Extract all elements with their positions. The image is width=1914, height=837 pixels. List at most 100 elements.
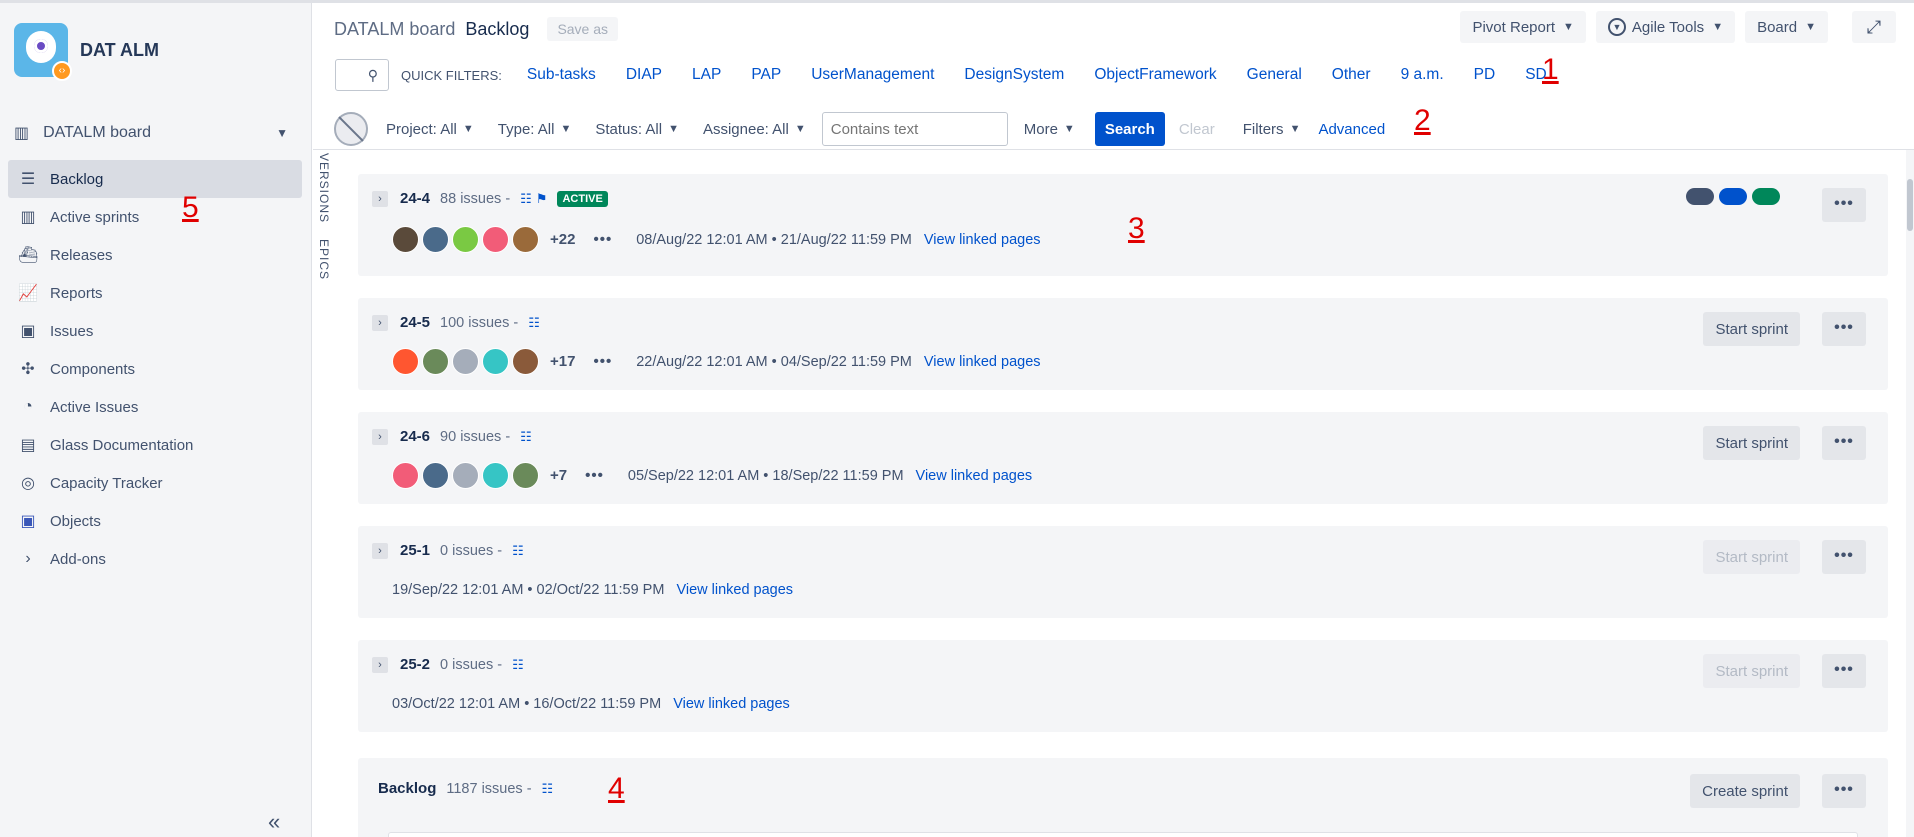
- search-button[interactable]: Search: [1094, 112, 1165, 146]
- sprint-details: +7 ••• 05/Sep/22 12:01 AM • 18/Sep/22 11…: [392, 462, 1032, 489]
- expand-chevron-icon[interactable]: ›: [372, 428, 388, 445]
- quick-filter-pd[interactable]: PD: [1474, 66, 1496, 84]
- more-assignees-icon[interactable]: •••: [593, 353, 612, 370]
- quick-filter-designsystem[interactable]: DesignSystem: [964, 66, 1064, 84]
- view-linked-pages-link[interactable]: View linked pages: [676, 582, 793, 598]
- avatar[interactable]: [392, 462, 419, 489]
- board-button[interactable]: Board ▼: [1745, 11, 1828, 43]
- quick-filter-general[interactable]: General: [1247, 66, 1302, 84]
- quick-filter-lap[interactable]: LAP: [692, 66, 721, 84]
- issues-list-icon[interactable]: ☷: [512, 543, 524, 559]
- start-sprint-button[interactable]: Start sprint: [1703, 426, 1800, 460]
- sidebar-item-objects[interactable]: ▣ Objects: [8, 502, 302, 540]
- sidebar-item-capacity-tracker[interactable]: ◎ Capacity Tracker: [8, 464, 302, 502]
- scrollbar[interactable]: [1906, 150, 1914, 837]
- advanced-link[interactable]: Advanced: [1318, 121, 1385, 138]
- collapse-sidebar-button[interactable]: «: [268, 809, 280, 835]
- type-filter[interactable]: Type: All ▼: [498, 121, 572, 138]
- more-avatars-count[interactable]: +22: [550, 231, 575, 248]
- quick-filter-subtasks[interactable]: Sub-tasks: [527, 66, 596, 84]
- expand-chevron-icon[interactable]: ›: [372, 542, 388, 559]
- avatar[interactable]: [422, 226, 449, 253]
- view-linked-pages-link[interactable]: View linked pages: [924, 354, 1041, 370]
- expand-chevron-icon[interactable]: ›: [372, 190, 388, 207]
- sidebar-item-add-ons[interactable]: › Add-ons: [8, 540, 302, 578]
- clear-button[interactable]: Clear: [1179, 121, 1215, 138]
- tab-versions[interactable]: VERSIONS: [317, 153, 331, 223]
- board-selector[interactable]: ▥ DATALM board ▼: [14, 119, 298, 147]
- start-sprint-button[interactable]: Start sprint: [1703, 540, 1800, 574]
- sprint-more-button[interactable]: •••: [1822, 312, 1866, 346]
- avatar[interactable]: [422, 462, 449, 489]
- sidebar-item-glass-documentation[interactable]: ▤ Glass Documentation: [8, 426, 302, 464]
- quick-filter-other[interactable]: Other: [1332, 66, 1371, 84]
- project-header[interactable]: ‹› DAT ALM: [14, 23, 159, 81]
- avatar[interactable]: [482, 348, 509, 375]
- breadcrumb-board[interactable]: DATALM board: [334, 19, 455, 40]
- filters-dropdown[interactable]: Filters ▼: [1243, 121, 1301, 138]
- avatar[interactable]: [482, 226, 509, 253]
- more-avatars-count[interactable]: +7: [550, 467, 567, 484]
- avatar[interactable]: [452, 226, 479, 253]
- quick-filter-pap[interactable]: PAP: [751, 66, 781, 84]
- issues-list-icon[interactable]: ☷: [512, 657, 524, 673]
- backlog-more-button[interactable]: •••: [1822, 774, 1866, 808]
- sidebar-item-releases[interactable]: ⛴ Releases: [8, 236, 302, 274]
- top-toolbar: Pivot Report ▼ ▼ Agile Tools ▼ Board ▼ ⤢: [1460, 11, 1896, 43]
- quick-filter-diap[interactable]: DIAP: [626, 66, 662, 84]
- save-as-button[interactable]: Save as: [547, 17, 619, 41]
- tab-epics[interactable]: EPICS: [317, 239, 331, 280]
- expand-chevron-icon[interactable]: ›: [372, 656, 388, 673]
- more-assignees-icon[interactable]: •••: [593, 231, 612, 248]
- expand-icon[interactable]: ⤢: [1852, 11, 1896, 43]
- issues-list-icon[interactable]: ☷: [520, 429, 532, 445]
- assignee-filter-label: Assignee: All: [702, 120, 789, 138]
- avatar[interactable]: [482, 462, 509, 489]
- start-sprint-button[interactable]: Start sprint: [1703, 654, 1800, 688]
- issues-list-icon[interactable]: ☷: [520, 191, 532, 207]
- avatar[interactable]: [512, 462, 539, 489]
- avatar[interactable]: [392, 226, 419, 253]
- view-linked-pages-link[interactable]: View linked pages: [916, 468, 1033, 484]
- sprint-more-button[interactable]: •••: [1822, 426, 1866, 460]
- avatar[interactable]: [392, 348, 419, 375]
- sidebar-item-components[interactable]: ✣ Components: [8, 350, 302, 388]
- quick-filter-objectframework[interactable]: ObjectFramework: [1094, 66, 1216, 84]
- sidebar-item-active-issues[interactable]: ◔ Active Issues: [8, 388, 302, 426]
- sprint-more-button[interactable]: •••: [1822, 540, 1866, 574]
- more-avatars-count[interactable]: +17: [550, 353, 575, 370]
- pivot-report-button[interactable]: Pivot Report ▼: [1460, 11, 1586, 43]
- issues-list-icon[interactable]: ☷: [528, 315, 540, 331]
- assignee-filter[interactable]: Assignee: All ▼: [703, 121, 806, 138]
- contains-text-input[interactable]: [821, 112, 1008, 146]
- clear-filter-icon[interactable]: [334, 112, 368, 146]
- expand-chevron-icon[interactable]: ›: [372, 314, 388, 331]
- scrollbar-thumb[interactable]: [1907, 179, 1913, 231]
- create-sprint-button[interactable]: Create sprint: [1690, 774, 1800, 808]
- avatar[interactable]: [512, 226, 539, 253]
- status-filter[interactable]: Status: All ▼: [595, 121, 679, 138]
- avatar[interactable]: [452, 462, 479, 489]
- project-filter[interactable]: Project: All ▼: [386, 121, 474, 138]
- view-linked-pages-link[interactable]: View linked pages: [924, 232, 1041, 248]
- more-filter[interactable]: More ▼: [1024, 121, 1075, 138]
- view-linked-pages-link[interactable]: View linked pages: [673, 696, 790, 712]
- sprint-more-button[interactable]: •••: [1822, 188, 1866, 222]
- more-assignees-icon[interactable]: •••: [585, 467, 604, 484]
- start-sprint-button[interactable]: Start sprint: [1703, 312, 1800, 346]
- quick-filter-9am[interactable]: 9 a.m.: [1401, 66, 1444, 84]
- sidebar-item-active-sprints[interactable]: ▥ Active sprints: [8, 198, 302, 236]
- project-name: DAT ALM: [80, 39, 159, 60]
- issues-list-icon[interactable]: ☷: [542, 781, 554, 797]
- sidebar-item-issues[interactable]: ▣ Issues: [8, 312, 302, 350]
- sprint-more-button[interactable]: •••: [1822, 654, 1866, 688]
- avatar[interactable]: [422, 348, 449, 375]
- sidebar-item-backlog[interactable]: ☰ Backlog: [8, 160, 302, 198]
- avatar[interactable]: [452, 348, 479, 375]
- quick-filter-usermanagement[interactable]: UserManagement: [811, 66, 934, 84]
- quick-filter-search[interactable]: ⚲: [335, 59, 389, 91]
- avatar[interactable]: [512, 348, 539, 375]
- sidebar-item-reports[interactable]: 📈 Reports: [8, 274, 302, 312]
- agile-tools-button[interactable]: ▼ Agile Tools ▼: [1595, 11, 1736, 43]
- sprint-status-pills: [1686, 188, 1780, 205]
